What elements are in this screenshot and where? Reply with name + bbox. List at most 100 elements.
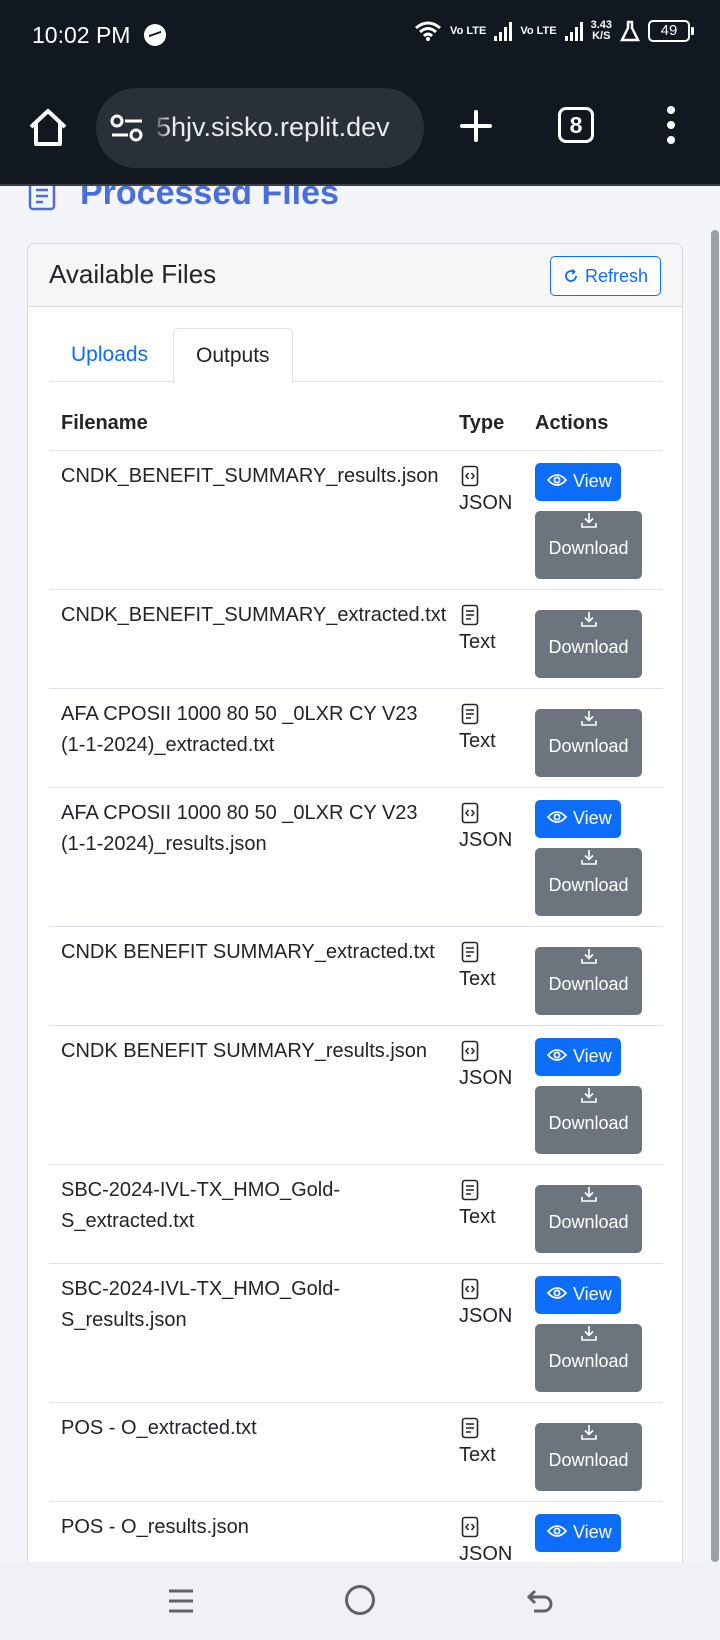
- filename-text: POS - O_results.json: [61, 1515, 249, 1538]
- json-file-icon: [461, 802, 479, 824]
- tab-switcher-button[interactable]: 8: [558, 107, 594, 143]
- table-row: POS - O_results.json JSON ViewDownload: [49, 1501, 663, 1562]
- download-icon: [535, 947, 642, 965]
- table-header-row: Filename Type Actions: [49, 398, 663, 451]
- home-icon[interactable]: [26, 106, 70, 150]
- view-button[interactable]: View: [535, 1513, 621, 1552]
- filename-text: SBC-2024-IVL-TX_HMO_Gold-S_extracted.txt: [61, 1178, 340, 1232]
- download-label: Download: [548, 537, 629, 558]
- filename-text: SBC-2024-IVL-TX_HMO_Gold-S_results.json: [61, 1277, 340, 1331]
- filename-text: AFA CPOSII 1000 80 50 _0LXR CY V23 (1-1-…: [61, 702, 418, 756]
- filename-text: CNDK_BENEFIT_SUMMARY_results.json: [61, 464, 439, 487]
- filename-cell: CNDK BENEFIT SUMMARY_extracted.txt: [49, 926, 459, 1026]
- status-time: 10:02 PM: [32, 22, 131, 48]
- files-card: Available Files Refresh Uploads Outputs …: [27, 243, 683, 1562]
- type-cell: JSON: [459, 787, 535, 927]
- download-label: Download: [548, 1112, 629, 1133]
- download-button[interactable]: Download: [535, 609, 642, 678]
- download-button[interactable]: Download: [535, 847, 642, 916]
- status-bar: 10:02 PM Vo LTE Vo LTE 3.43 K/S 49: [0, 0, 720, 74]
- filename-text: CNDK_BENEFIT_SUMMARY_extracted.txt: [61, 603, 447, 626]
- view-label: View: [573, 1522, 612, 1542]
- download-label: Download: [548, 1211, 629, 1232]
- actions-cell: Download: [535, 1164, 663, 1264]
- type-label: JSON: [459, 828, 513, 851]
- site-settings-icon[interactable]: [110, 114, 144, 142]
- filename-cell: AFA CPOSII 1000 80 50 _0LXR CY V23 (1-1-…: [49, 787, 459, 927]
- download-button[interactable]: Download: [535, 1085, 642, 1154]
- filename-cell: CNDK_BENEFIT_SUMMARY_results.json: [49, 450, 459, 590]
- download-icon: [535, 1086, 642, 1104]
- signal-icon-2: [564, 21, 583, 41]
- view-button[interactable]: View: [535, 1037, 621, 1076]
- type-label: JSON: [459, 1542, 513, 1563]
- view-label: View: [573, 1046, 612, 1066]
- volte-badge: Vo LTE: [450, 24, 487, 37]
- filename-text: POS - O_extracted.txt: [61, 1416, 257, 1439]
- json-file-icon: [461, 465, 479, 487]
- download-icon: [535, 848, 642, 866]
- actions-cell: Download: [535, 926, 663, 1026]
- eye-icon: [546, 1279, 568, 1310]
- filename-text: CNDK BENEFIT SUMMARY_extracted.txt: [61, 940, 435, 963]
- refresh-icon: [565, 268, 577, 282]
- eye-icon: [546, 1041, 568, 1072]
- type-label: JSON: [459, 1066, 513, 1089]
- browser-toolbar: 5hjv.sisko.replit.dev 8: [0, 74, 720, 186]
- download-label: Download: [548, 1350, 629, 1371]
- new-tab-icon[interactable]: [456, 106, 496, 146]
- type-label: JSON: [459, 1304, 513, 1327]
- download-button[interactable]: Download: [535, 1422, 642, 1491]
- download-icon: [535, 610, 642, 628]
- type-cell: JSON: [459, 1501, 535, 1562]
- scrollbar[interactable]: [710, 186, 720, 1562]
- page-header: Processed Files: [28, 186, 339, 213]
- download-icon: [535, 1423, 642, 1441]
- type-cell: JSON: [459, 1263, 535, 1403]
- view-button[interactable]: View: [535, 1275, 621, 1314]
- download-label: Download: [548, 636, 629, 657]
- tab-outputs[interactable]: Outputs: [173, 328, 293, 383]
- refresh-label: Refresh: [584, 265, 648, 286]
- text-file-icon: [461, 1417, 479, 1439]
- table-row: AFA CPOSII 1000 80 50 _0LXR CY V23 (1-1-…: [49, 688, 663, 788]
- view-button[interactable]: View: [535, 462, 621, 501]
- view-button[interactable]: View: [535, 799, 621, 838]
- actions-cell: ViewDownload: [535, 1501, 663, 1562]
- download-icon: [535, 1324, 642, 1342]
- scrollbar-thumb[interactable]: [711, 230, 719, 1562]
- url-text[interactable]: 5hjv.sisko.replit.dev: [156, 112, 390, 143]
- recent-apps-icon[interactable]: [166, 1586, 196, 1616]
- more-menu-icon[interactable]: [664, 106, 678, 150]
- download-button[interactable]: Download: [535, 708, 642, 777]
- signal-icon: [494, 21, 513, 41]
- back-icon[interactable]: [524, 1585, 556, 1617]
- tab-uploads[interactable]: Uploads: [49, 328, 170, 383]
- filename-cell: CNDK_BENEFIT_SUMMARY_extracted.txt: [49, 589, 459, 689]
- type-label: Text: [459, 1443, 496, 1466]
- type-label: JSON: [459, 491, 513, 514]
- text-file-icon: [461, 703, 479, 725]
- web-page: Processed Files Available Files Refresh …: [0, 186, 720, 1562]
- download-label: Download: [548, 874, 629, 895]
- actions-cell: View Download: [535, 787, 663, 927]
- actions-cell: View Download: [535, 450, 663, 590]
- card-header: Available Files Refresh: [28, 244, 682, 307]
- home-circle-icon[interactable]: [345, 1585, 375, 1615]
- type-label: Text: [459, 729, 496, 752]
- actions-cell: Download: [535, 688, 663, 788]
- download-button[interactable]: Download: [535, 510, 642, 579]
- refresh-button[interactable]: Refresh: [549, 256, 661, 296]
- card-title: Available Files: [49, 259, 217, 289]
- download-button[interactable]: Download: [535, 1323, 642, 1392]
- view-label: View: [573, 1284, 612, 1304]
- type-cell: Text: [459, 589, 535, 689]
- address-bar[interactable]: 5hjv.sisko.replit.dev: [96, 88, 424, 168]
- download-button[interactable]: Download: [535, 1184, 642, 1253]
- text-file-icon: [461, 604, 479, 626]
- view-label: View: [573, 471, 612, 491]
- filename-text: AFA CPOSII 1000 80 50 _0LXR CY V23 (1-1-…: [61, 801, 418, 855]
- actions-cell: View Download: [535, 1025, 663, 1165]
- download-button[interactable]: Download: [535, 946, 642, 1015]
- filename-cell: SBC-2024-IVL-TX_HMO_Gold-S_extracted.txt: [49, 1164, 459, 1264]
